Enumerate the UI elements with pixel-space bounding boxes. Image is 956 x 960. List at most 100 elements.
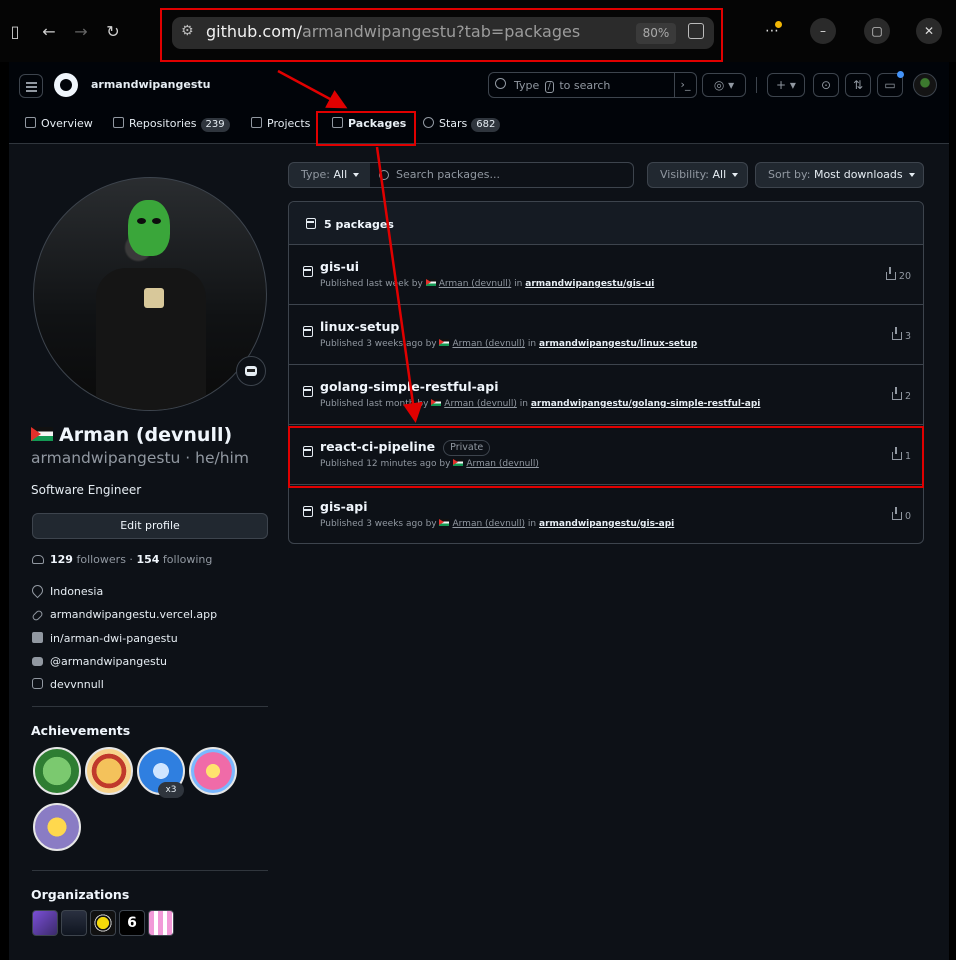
menu-icon[interactable]	[19, 74, 43, 98]
profile-name: Arman (devnull)	[31, 424, 232, 446]
forward-icon[interactable]: →	[66, 17, 96, 47]
package-meta: Published 3 weeks ago by Arman (devnull)…	[320, 339, 698, 349]
palestine-flag-icon	[439, 339, 450, 346]
package-icon	[303, 326, 313, 337]
package-author[interactable]: Arman (devnull)	[452, 519, 525, 529]
profile-avatar[interactable]	[33, 177, 267, 411]
sidebar-toggle-icon[interactable]: ▯	[0, 17, 30, 47]
package-name[interactable]: gis-api	[320, 499, 368, 514]
section-divider	[32, 706, 268, 707]
organization-avatar[interactable]	[148, 910, 174, 936]
global-search-input[interactable]: Type / to search ›_	[488, 72, 697, 98]
package-meta: Published last month by Arman (devnull) …	[320, 399, 761, 409]
close-window-icon[interactable]: ✕	[916, 18, 942, 44]
header-username[interactable]: armandwipangestu	[91, 78, 210, 91]
following-count[interactable]: 154	[136, 553, 159, 566]
organizations-title: Organizations	[31, 887, 130, 902]
organization-avatar[interactable]	[32, 910, 58, 936]
detail-youtube[interactable]: @armandwipangestu	[32, 655, 217, 678]
tab-stars[interactable]: Stars 682	[423, 116, 501, 142]
location-icon	[29, 582, 46, 599]
minimize-icon[interactable]: –	[810, 18, 836, 44]
achievement-yolo-badge[interactable]	[189, 747, 237, 795]
package-row: golang-simple-restful-api Published last…	[289, 365, 923, 425]
command-palette-icon[interactable]: ›_	[674, 73, 696, 97]
organization-avatar[interactable]	[61, 910, 87, 936]
package-repo-link[interactable]: armandwipangestu/golang-simple-restful-a…	[531, 399, 761, 409]
package-author[interactable]: Arman (devnull)	[439, 279, 512, 289]
achievement-starstruck-badge[interactable]	[33, 803, 81, 851]
package-author[interactable]: Arman (devnull)	[444, 399, 517, 409]
tab-overview[interactable]: Overview	[25, 116, 93, 142]
url-text[interactable]: github.com/armandwipangestu?tab=packages	[206, 22, 580, 41]
achievement-multiplier: x3	[158, 782, 184, 798]
site-settings-icon[interactable]: ⚙	[181, 23, 199, 43]
download-count: 2	[891, 387, 911, 402]
achievement-quickdraw-badge[interactable]	[85, 747, 133, 795]
book-icon	[25, 117, 36, 128]
package-row: gis-api Published 3 weeks ago by Arman (…	[289, 485, 923, 545]
package-repo-link[interactable]: armandwipangestu/gis-api	[539, 519, 674, 529]
reader-mode-icon[interactable]	[688, 23, 704, 39]
chevron-down-icon	[908, 173, 915, 177]
download-count: 20	[885, 267, 911, 282]
user-avatar[interactable]	[913, 73, 937, 97]
address-bar[interactable]: ⚙ github.com/armandwipangestu?tab=packag…	[172, 17, 714, 49]
maximize-icon[interactable]: ▢	[864, 18, 890, 44]
package-icon	[303, 506, 313, 517]
visibility-filter-dropdown[interactable]: Visibility: All	[647, 162, 748, 188]
github-header: armandwipangestu Type / to search ›_ ◎ ▾…	[9, 62, 949, 188]
search-icon	[495, 78, 506, 89]
tab-projects[interactable]: Projects	[251, 116, 310, 142]
organization-avatar[interactable]: 6	[119, 910, 145, 936]
follow-stats: 129 followers · 154 following	[32, 553, 212, 566]
github-logo-icon[interactable]	[54, 73, 78, 97]
pull-requests-icon[interactable]: ⇅	[845, 73, 871, 97]
download-icon	[891, 507, 902, 520]
detail-linkedin[interactable]: in/arman-dwi-pangestu	[32, 631, 217, 655]
followers-count[interactable]: 129	[50, 553, 73, 566]
package-row: react-ci-pipeline Private Published 12 mi…	[289, 425, 923, 485]
package-meta: Published 12 minutes ago by Arman (devnu…	[320, 459, 539, 469]
package-author[interactable]: Arman (devnull)	[466, 459, 539, 469]
avatar-green-mask	[128, 200, 170, 256]
detail-instagram[interactable]: devvnnull	[32, 678, 217, 701]
followers-label[interactable]: followers	[76, 553, 125, 566]
back-icon[interactable]: ←	[34, 17, 64, 47]
tab-packages[interactable]: Packages	[332, 116, 406, 142]
package-name[interactable]: linux-setup	[320, 319, 399, 334]
youtube-icon	[32, 656, 43, 666]
achievement-pair-extraordinaire-badge[interactable]	[33, 747, 81, 795]
download-icon	[885, 267, 896, 280]
profile-handle: armandwipangestu · he/him	[31, 449, 249, 467]
chevron-down-icon	[353, 173, 360, 177]
type-filter-dropdown[interactable]: Type: All	[288, 162, 371, 188]
people-icon	[32, 555, 44, 564]
edit-profile-button[interactable]: Edit profile	[32, 513, 268, 539]
instagram-icon	[32, 678, 43, 690]
package-name[interactable]: react-ci-pipeline Private	[320, 439, 491, 456]
organization-avatar[interactable]	[90, 910, 116, 936]
chevron-down-icon	[732, 173, 739, 177]
package-name[interactable]: golang-simple-restful-api	[320, 379, 498, 394]
create-new-button[interactable]: + ▾	[767, 73, 805, 97]
reload-icon[interactable]: ↻	[98, 17, 128, 47]
private-badge: Private	[443, 440, 491, 456]
zoom-level[interactable]: 80%	[636, 23, 676, 44]
sort-dropdown[interactable]: Sort by: Most downloads	[755, 162, 924, 188]
link-icon	[31, 609, 44, 623]
following-label[interactable]: following	[163, 553, 212, 566]
status-emoji-icon[interactable]	[236, 356, 266, 386]
detail-location: Indonesia	[29, 582, 217, 608]
package-search-input[interactable]: Search packages...	[370, 162, 634, 188]
copilot-button[interactable]: ◎ ▾	[702, 73, 746, 97]
issues-icon[interactable]: ⊙	[813, 73, 839, 97]
package-repo-link[interactable]: armandwipangestu/linux-setup	[539, 339, 697, 349]
detail-website[interactable]: armandwipangestu.vercel.app	[31, 608, 217, 631]
avatar-shirt-print	[144, 288, 164, 308]
package-author[interactable]: Arman (devnull)	[452, 339, 525, 349]
tab-repositories[interactable]: Repositories 239	[113, 116, 230, 142]
package-name[interactable]: gis-ui	[320, 259, 359, 274]
package-meta: Published last week by Arman (devnull) i…	[320, 279, 655, 289]
package-repo-link[interactable]: armandwipangestu/gis-ui	[525, 279, 654, 289]
